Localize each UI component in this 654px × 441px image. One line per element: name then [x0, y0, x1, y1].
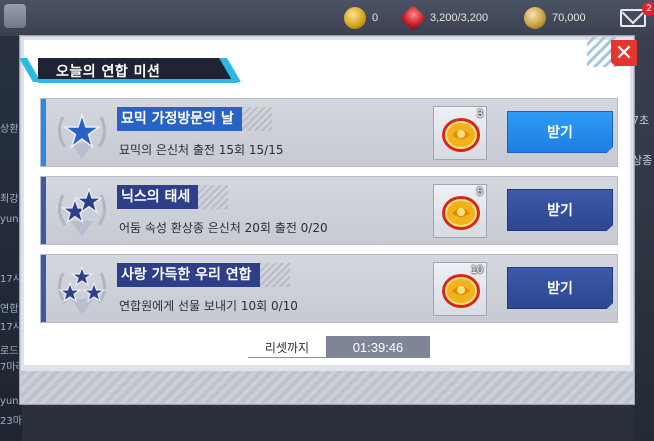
resource-gold[interactable]: 0: [344, 7, 379, 29]
reward-slot[interactable]: 5: [433, 184, 487, 238]
name-decoration: [259, 263, 290, 287]
top-status-bar: 0 3,200/3,200 70,000 2: [0, 0, 654, 36]
bg-text: 17시: [0, 274, 22, 285]
reward-slot[interactable]: 3: [433, 106, 487, 160]
back-button[interactable]: [4, 4, 26, 28]
reset-label: 리셋까지: [248, 336, 326, 358]
resource-stamina-value: 3,200/3,200: [430, 12, 489, 24]
bg-text: 상종: [632, 154, 653, 167]
reset-timer: 리셋까지 01:39:46: [248, 336, 430, 358]
claim-button[interactable]: 받기: [507, 111, 613, 153]
claim-button[interactable]: 받기: [507, 189, 613, 231]
mission-name: 닉스의 태세: [117, 185, 199, 209]
dialog-body: 오늘의 연합 미션 묘믹 가정방문의 날 묘믹의 은신처 출전 15회 15/1…: [19, 40, 630, 365]
two-star-emblem-icon: [58, 186, 106, 237]
bg-text: 연합: [0, 304, 19, 315]
reward-quantity: 5: [476, 186, 483, 198]
mission-name-wrap: 사랑 가득한 우리 연합: [117, 263, 290, 287]
bg-text: 7마리: [0, 362, 22, 373]
resource-stamina[interactable]: 3,200/3,200: [399, 4, 489, 32]
mission-description: 묘믹의 은신처 출전 15회 15/15: [119, 143, 284, 157]
reward-slot[interactable]: 10: [433, 262, 487, 316]
dialog-title: 오늘의 연합 미션: [56, 64, 161, 80]
mission-name: 사랑 가득한 우리 연합: [117, 263, 260, 287]
claim-button[interactable]: 받기: [507, 267, 613, 309]
stamina-icon: [399, 4, 427, 32]
mission-status-bar: [41, 99, 46, 166]
bg-text: 7초: [632, 114, 650, 127]
name-decoration: [241, 107, 272, 131]
mission-row: 묘믹 가정방문의 날 묘믹의 은신처 출전 15회 15/15 3 받기: [40, 98, 618, 167]
mission-row: 사랑 가득한 우리 연합 연합원에게 선물 보내기 10회 0/10 10 받기: [40, 254, 618, 323]
resource-coin-value: 70,000: [552, 12, 586, 24]
chat-panel-edge: [0, 36, 22, 441]
bg-text: 상환: [0, 124, 19, 135]
bg-text: 최강: [0, 194, 19, 205]
mission-description: 연합원에게 선물 보내기 10회 0/10: [119, 299, 298, 313]
bg-text: yun: [0, 214, 19, 225]
dialog-footer: [21, 371, 633, 403]
mission-description: 어둠 속성 환상종 은신처 20회 출전 0/20: [119, 221, 328, 235]
bg-text: 로드: [0, 346, 19, 357]
mail-badge: 2: [642, 2, 654, 16]
coin-icon: [524, 7, 546, 29]
gold-chest-icon: [344, 7, 366, 29]
mission-name: 묘믹 가정방문의 날: [117, 107, 242, 131]
three-star-emblem-icon: [58, 265, 106, 315]
resource-coin[interactable]: 70,000: [524, 7, 586, 29]
one-star-emblem-icon: [58, 112, 106, 159]
reset-countdown: 01:39:46: [326, 336, 430, 358]
mission-row: 닉스의 태세 어둠 속성 환상종 은신처 20회 출전 0/20 5 받기: [40, 176, 618, 245]
mission-name-wrap: 닉스의 태세: [117, 185, 229, 209]
mission-status-bar: [41, 177, 46, 244]
title-decoration: [19, 58, 41, 82]
close-button[interactable]: ✕: [611, 40, 637, 66]
mission-status-bar: [41, 255, 46, 322]
union-mission-dialog: 오늘의 연합 미션 묘믹 가정방문의 날 묘믹의 은신처 출전 15회 15/1…: [19, 36, 637, 404]
reward-quantity: 3: [476, 108, 483, 120]
dialog-title-tab: 오늘의 연합 미션: [19, 54, 241, 83]
name-decoration: [198, 185, 229, 209]
close-icon: ✕: [614, 40, 634, 66]
resource-gold-value: 0: [372, 12, 379, 24]
bg-text: yun: [0, 396, 19, 407]
bg-text: 23마리: [0, 416, 22, 427]
side-panel-edge: [634, 36, 654, 441]
bg-text: 17시: [0, 322, 22, 333]
mission-name-wrap: 묘믹 가정방문의 날: [117, 107, 272, 131]
reward-quantity: 10: [470, 264, 483, 276]
